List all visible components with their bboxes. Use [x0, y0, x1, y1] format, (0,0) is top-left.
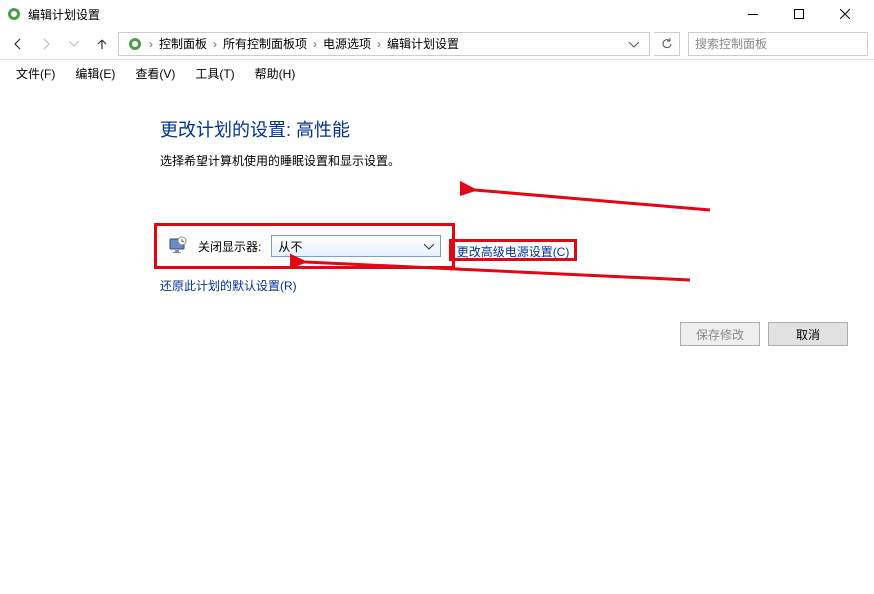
breadcrumb-item[interactable]: 控制面板: [155, 35, 211, 52]
minimize-button[interactable]: [730, 0, 776, 28]
close-button[interactable]: [822, 0, 868, 28]
dialog-buttons: 保存修改 取消: [680, 322, 848, 346]
app-icon: [6, 6, 22, 22]
chevron-right-icon: ›: [311, 37, 319, 51]
restore-defaults-link[interactable]: 还原此计划的默认设置(R): [160, 277, 874, 294]
control-panel-icon: [127, 36, 143, 52]
menu-view[interactable]: 查看(V): [125, 61, 185, 86]
chevron-down-icon: [424, 239, 434, 253]
menu-file[interactable]: 文件(F): [6, 61, 65, 86]
titlebar: 编辑计划设置: [0, 0, 874, 28]
cancel-button[interactable]: 取消: [768, 322, 848, 346]
turn-off-display-row: 关闭显示器: 从不: [160, 229, 449, 263]
back-button[interactable]: [6, 32, 30, 56]
breadcrumb-item[interactable]: 电源选项: [319, 35, 375, 52]
recent-dropdown[interactable]: [62, 32, 86, 56]
search-placeholder: 搜索控制面板: [695, 35, 767, 52]
breadcrumb-item[interactable]: 编辑计划设置: [383, 35, 463, 52]
turn-off-display-dropdown[interactable]: 从不: [271, 235, 441, 257]
breadcrumb-item[interactable]: 所有控制面板项: [219, 35, 311, 52]
up-button[interactable]: [90, 32, 114, 56]
monitor-icon: [168, 236, 188, 256]
save-button[interactable]: 保存修改: [680, 322, 760, 346]
menubar: 文件(F) 编辑(E) 查看(V) 工具(T) 帮助(H): [0, 60, 874, 86]
page-heading: 更改计划的设置: 高性能: [160, 116, 874, 142]
menu-help[interactable]: 帮助(H): [245, 61, 306, 86]
advanced-power-settings-link[interactable]: 更改高级电源设置(C): [453, 241, 574, 262]
content-area: 更改计划的设置: 高性能 选择希望计算机使用的睡眠设置和显示设置。 关闭显示器:…: [0, 86, 874, 294]
menu-tools[interactable]: 工具(T): [185, 61, 244, 86]
navbar: › 控制面板 › 所有控制面板项 › 电源选项 › 编辑计划设置 搜索控制面板: [0, 28, 874, 60]
maximize-button[interactable]: [776, 0, 822, 28]
chevron-right-icon: ›: [211, 37, 219, 51]
menu-edit[interactable]: 编辑(E): [65, 61, 125, 86]
chevron-right-icon: ›: [147, 37, 155, 51]
chevron-right-icon: ›: [375, 37, 383, 51]
turn-off-display-label: 关闭显示器:: [198, 238, 261, 255]
forward-button[interactable]: [34, 32, 58, 56]
page-subtitle: 选择希望计算机使用的睡眠设置和显示设置。: [160, 152, 874, 169]
refresh-button[interactable]: [654, 32, 680, 56]
dropdown-value: 从不: [278, 238, 302, 255]
window-title: 编辑计划设置: [28, 6, 730, 23]
search-input[interactable]: 搜索控制面板: [688, 32, 868, 56]
chevron-down-icon[interactable]: [623, 37, 645, 51]
address-bar[interactable]: › 控制面板 › 所有控制面板项 › 电源选项 › 编辑计划设置: [118, 32, 650, 56]
